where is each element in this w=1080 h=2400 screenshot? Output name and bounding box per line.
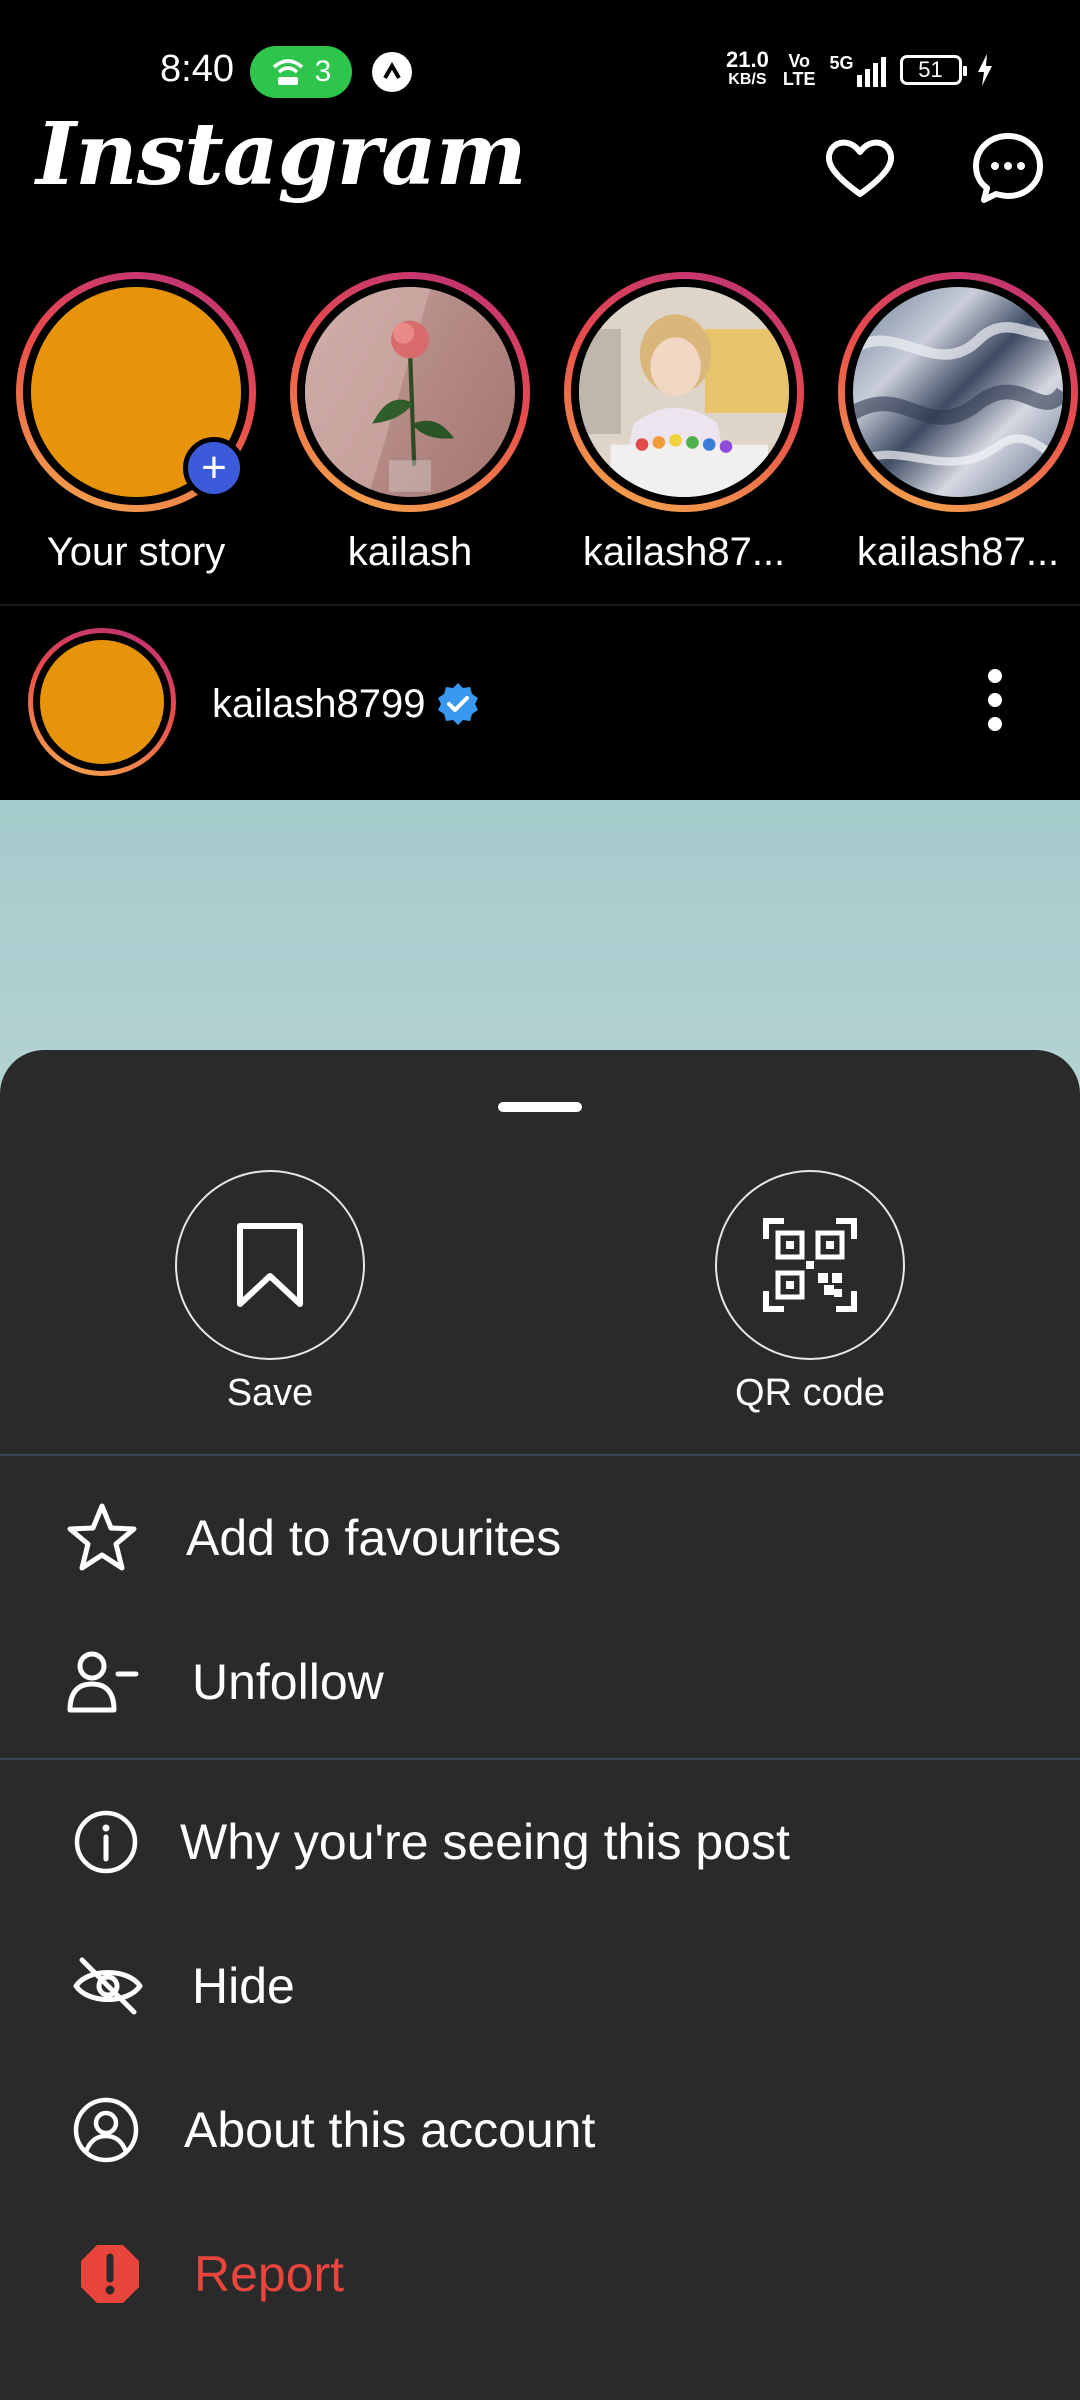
status-time: 8:40 [160,48,234,90]
instagram-logo[interactable]: Instagram [36,104,527,205]
post-username[interactable]: kailash8799 [212,680,482,728]
qr-circle [715,1170,905,1360]
notification-icon [372,52,412,92]
network-type: 5G [829,53,854,73]
hotspot-count: 3 [314,55,332,88]
heart-icon[interactable] [820,128,900,208]
more-options-icon[interactable] [970,660,1020,740]
story-label: kailash [347,530,473,574]
sheet-divider [0,1758,1080,1760]
story-kailash87-1[interactable]: kailash87... [564,272,804,575]
star-icon [64,1500,140,1576]
avatar [40,640,164,764]
volte-top: Vo [788,51,810,71]
unfollow-label: Unfollow [192,1654,384,1710]
volte-bottom: LTE [782,69,816,89]
verified-badge-icon [437,683,478,725]
avatar [305,287,515,497]
why-seeing-post-item[interactable]: Why you're seeing this post [0,1782,1080,1902]
bookmark-icon [237,1223,303,1307]
messenger-icon[interactable] [968,128,1048,208]
stories-divider [0,604,1080,606]
story-inner: + [23,279,249,505]
hide-item[interactable]: Hide [0,1926,1080,2046]
story-kailash[interactable]: kailash [290,272,530,575]
hotspot-pill[interactable]: 3 [250,46,352,98]
charging-icon [977,54,992,86]
about-account-item[interactable]: About this account [0,2070,1080,2190]
sheet-divider [0,1454,1080,1456]
add-to-favourites-item[interactable]: Add to favourites [0,1478,1080,1598]
story-ring [564,272,804,512]
post-options-sheet: Save QR code Add to favourites Unfollow … [0,1050,1080,2400]
about-account-label: About this account [184,2102,596,2158]
story-inner [571,279,797,505]
unfollow-item[interactable]: Unfollow [0,1622,1080,1742]
story-ring [838,272,1078,512]
info-icon [68,1804,144,1880]
sheet-grabber[interactable] [498,1102,582,1112]
story-label: Your story [46,530,226,574]
report-item[interactable]: Report [0,2214,1080,2334]
story-label: kailash87... [856,530,1060,574]
save-button[interactable]: Save [140,1170,400,1415]
battery-level: 51 [918,57,943,82]
avatar [853,287,1063,497]
add-story-icon[interactable]: + [183,437,245,499]
qr-code-button[interactable]: QR code [680,1170,940,1415]
status-right: 21.0 KB/S Vo LTE 5G 51 [726,47,994,90]
story-inner [845,279,1071,505]
username-text: kailash8799 [212,681,426,726]
battery-icon: 51 [899,55,967,85]
network-speed: 21.0 KB/S [726,47,769,90]
story-label: kailash87... [582,530,786,574]
hide-label: Hide [192,1958,295,2014]
speed-value: 21.0 [726,47,769,72]
qr-code-icon [763,1218,857,1312]
save-circle [175,1170,365,1360]
story-inner [297,279,523,505]
report-label: Report [194,2246,345,2302]
avatar [579,287,789,497]
why-seeing-post-label: Why you're seeing this post [180,1814,790,1870]
qr-code-label: QR code [735,1372,885,1414]
volte-indicator: Vo LTE [783,52,816,88]
account-circle-icon [68,2092,144,2168]
post-avatar[interactable] [28,628,176,776]
add-to-favourites-label: Add to favourites [186,1510,562,1566]
report-icon [72,2236,148,2312]
story-kailash87-2[interactable]: kailash87... [838,272,1078,575]
story-your-story[interactable]: + Your story [16,272,256,575]
eye-off-icon [70,1948,146,2024]
story-ring: + [16,272,256,512]
post-avatar-inner [33,633,171,771]
story-ring [290,272,530,512]
save-label: Save [226,1372,314,1414]
speed-unit: KB/S [728,71,767,88]
person-minus-icon [64,1644,140,1720]
hotspot-icon [272,59,303,85]
signal-icon: 5G [830,53,886,87]
